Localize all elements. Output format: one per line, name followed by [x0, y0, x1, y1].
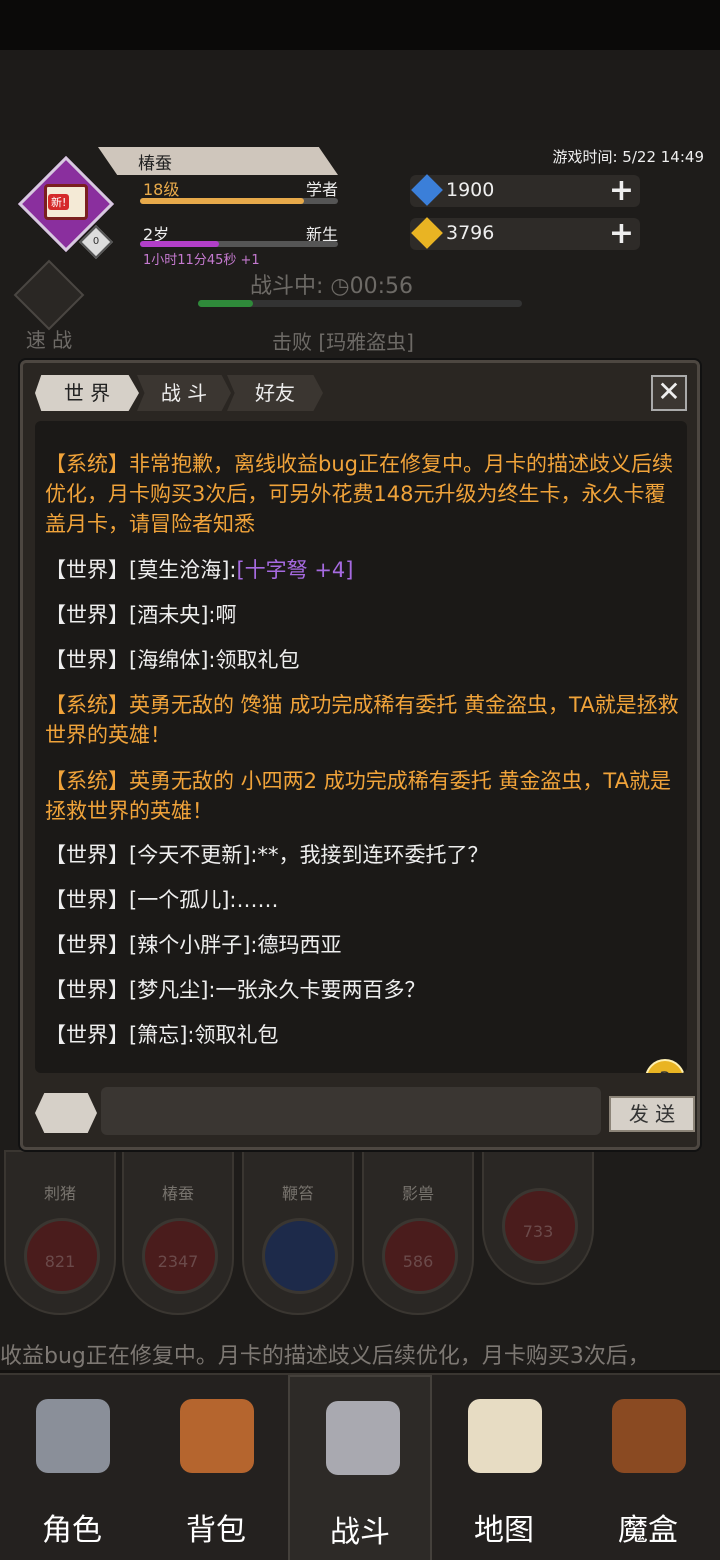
- message-item: 【系统】非常抱歉，离线收益bug正在修复中。月卡的描述歧义后续优化，月卡购买3次…: [45, 452, 673, 536]
- scroll-map-icon: [468, 1399, 542, 1473]
- nav-label: 地图: [474, 1513, 534, 1548]
- header-band: [0, 50, 720, 140]
- emoji-button[interactable]: [35, 1093, 97, 1133]
- nav-label: 角色: [42, 1513, 102, 1548]
- defeat-target: 击败 [玛雅盗虫]: [272, 330, 414, 354]
- level-progress-fill: [140, 198, 305, 204]
- diamond-icon: [411, 174, 443, 206]
- message-list[interactable]: 【系统】非常抱歉，离线收益bug正在修复中。月卡的描述歧义后续优化，月卡购买3次…: [35, 421, 687, 1073]
- player-class: 学者: [305, 180, 338, 199]
- system-ticker: 收益bug正在修复中。月卡的描述歧义后续优化，月卡购买3次后，: [0, 1344, 650, 1369]
- companion-slot[interactable]: 椿蚕 2347: [122, 1150, 234, 1315]
- age-progress-bar: [140, 241, 338, 247]
- level-row: 18级 学者: [143, 176, 338, 200]
- level-progress-bar: [140, 198, 338, 204]
- battle-status-label: 战斗中:: [250, 274, 324, 299]
- clock-icon: ◷: [330, 274, 350, 299]
- companion-name: 椿蚕: [161, 1184, 194, 1203]
- new-badge: 新!: [48, 194, 70, 210]
- player-name: 椿蚕: [138, 154, 172, 174]
- helmet-icon: [36, 1399, 110, 1473]
- gem-count: 1900: [446, 179, 495, 201]
- companion-hp: 733: [522, 1222, 554, 1241]
- companion-name: 刺猪: [43, 1184, 76, 1203]
- nav-item-battle[interactable]: 战斗: [288, 1375, 432, 1560]
- nav-item-map[interactable]: 地图: [432, 1375, 576, 1560]
- message-item: 【世界】[海绵体]:领取礼包: [45, 648, 300, 672]
- quick-battle-button[interactable]: 速 战: [13, 259, 85, 353]
- nav-label: 魔盒: [618, 1513, 678, 1548]
- message-item: 【世界】[莫生沧海]:[十字弩 +4]: [45, 555, 679, 585]
- message-item: 【系统】英勇无敌的 馋猫 成功完成稀有委托 黄金盗虫，TA就是拯救世界的英雄！: [45, 693, 679, 747]
- nav-item-magic-box[interactable]: 魔盒: [576, 1375, 720, 1560]
- close-icon: ✕: [657, 375, 681, 408]
- add-gems-button[interactable]: +: [609, 173, 634, 208]
- close-button[interactable]: ✕: [651, 375, 687, 411]
- message-item: 【世界】[酒未央]:啊: [45, 603, 237, 627]
- gem-resource: 1900 +: [410, 173, 640, 208]
- vortex-icon: [262, 1218, 338, 1294]
- message-item: 【系统】英勇无敌的 小四两2 成功完成稀有委托 黄金盗虫，TA就是拯救世界的英雄…: [45, 769, 671, 823]
- chat-input[interactable]: [101, 1087, 601, 1135]
- gold-count: 3796: [446, 222, 495, 244]
- companion-hp: 821: [44, 1252, 76, 1271]
- growth-timer: 1小时11分45秒 +1: [143, 253, 260, 268]
- nav-label: 背包: [186, 1513, 246, 1548]
- item-link[interactable]: [十字弩 +4]: [236, 558, 353, 582]
- sword-shield-icon: [326, 1401, 400, 1475]
- unread-badge[interactable]: 3: [645, 1059, 685, 1073]
- status-bar: [0, 0, 720, 50]
- message-text: 【世界】[莫生沧海]:: [45, 558, 237, 582]
- send-button[interactable]: 发 送: [609, 1096, 695, 1132]
- sword-icon: [13, 259, 85, 331]
- magic-box-icon: [612, 1399, 686, 1473]
- companion-name: 影兽: [401, 1184, 434, 1203]
- gold-icon: [411, 217, 443, 249]
- message-item: 【世界】[箫忘]:领取礼包: [45, 1023, 279, 1047]
- companion-slot[interactable]: 影兽 586: [362, 1150, 474, 1315]
- companion-hp: 2347: [157, 1252, 199, 1271]
- companion-hp: 586: [402, 1252, 434, 1271]
- companion-slot[interactable]: 刺猪 821: [4, 1150, 116, 1315]
- nav-item-backpack[interactable]: 背包: [144, 1375, 288, 1560]
- companion-slot[interactable]: 鞭笞: [242, 1150, 354, 1315]
- battle-progress-fill: [198, 300, 254, 307]
- battle-progress-bar: [198, 300, 522, 307]
- tab-friends[interactable]: 好友: [227, 375, 323, 411]
- tab-world[interactable]: 世 界: [35, 375, 139, 411]
- age-progress-fill: [140, 241, 220, 247]
- message-item: 【世界】[今天不更新]:**，我接到连环委托了？: [45, 843, 489, 867]
- message-item: 【世界】[梦凡尘]:一张永久卡要两百多？: [45, 978, 426, 1002]
- nav-label: 战斗: [330, 1515, 390, 1550]
- message-item: 【世界】[辣个小胖子]:德玛西亚: [45, 933, 342, 957]
- game-time: 游戏时间: 5/22 14:49: [552, 148, 704, 166]
- gold-resource: 3796 +: [410, 216, 640, 251]
- companion-name: 鞭笞: [281, 1184, 314, 1203]
- avatar-badge-value: 0: [92, 236, 100, 247]
- battle-time: 00:56: [349, 274, 414, 299]
- message-item: 【世界】[一个孤儿]:……: [45, 888, 279, 912]
- bottom-nav: 角色 背包 战斗 地图 魔盒: [0, 1373, 720, 1560]
- battle-status: 战斗中: ◷00:56: [250, 268, 413, 300]
- player-level: 18级: [143, 180, 180, 199]
- chat-panel: 世 界 战 斗 好友 ✕ 【系统】非常抱歉，离线收益bug正在修复中。月卡的描述…: [20, 360, 700, 1150]
- add-gold-button[interactable]: +: [609, 216, 634, 251]
- avatar[interactable]: 新! 0: [17, 155, 115, 259]
- player-name-plate: 椿蚕: [98, 147, 338, 175]
- backpack-icon: [180, 1399, 254, 1473]
- nav-item-character[interactable]: 角色: [0, 1375, 144, 1560]
- tab-battle[interactable]: 战 斗: [137, 375, 231, 411]
